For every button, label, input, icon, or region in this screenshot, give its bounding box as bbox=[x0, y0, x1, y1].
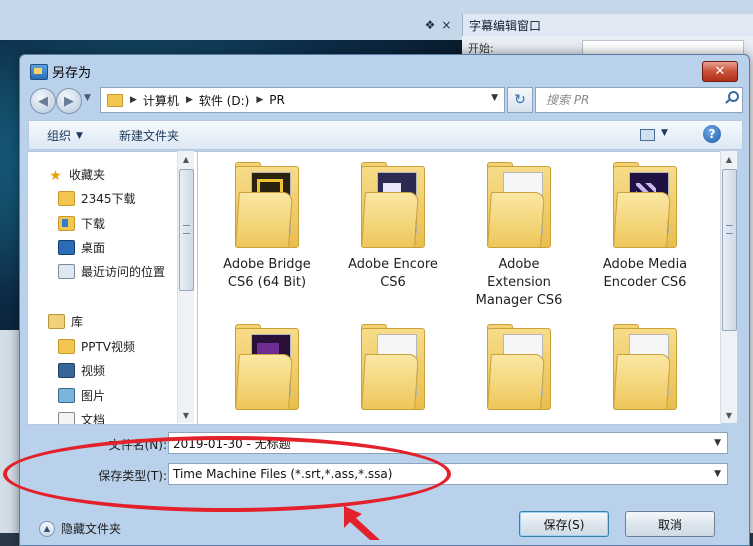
folder-icon bbox=[107, 93, 123, 107]
video-library-icon bbox=[58, 362, 75, 378]
library-icon bbox=[48, 313, 65, 329]
folder-adobe-media-encoder-cs6[interactable]: Adobe Media Encoder CS6 bbox=[582, 162, 708, 292]
panel-close-icon[interactable]: × bbox=[441, 18, 451, 32]
address-history-dropdown-icon[interactable]: ▼ bbox=[491, 93, 498, 103]
chevron-down-icon[interactable]: ▼ bbox=[714, 469, 721, 479]
breadcrumb-computer[interactable]: ▶ 计算机 bbox=[123, 92, 179, 109]
search-input[interactable] bbox=[544, 92, 718, 108]
chevron-down-icon[interactable]: ▼ bbox=[714, 438, 721, 448]
cancel-button[interactable]: 取消 bbox=[625, 511, 715, 537]
recent-locations-dropdown-icon[interactable]: ▼ bbox=[84, 93, 91, 103]
scroll-down-arrow-icon[interactable]: ▼ bbox=[178, 407, 194, 423]
folder-item[interactable] bbox=[456, 324, 582, 418]
nav-item-pptv-video[interactable]: PPTV视频 bbox=[58, 336, 135, 356]
nav-item-libraries[interactable]: 库 bbox=[48, 311, 83, 331]
save-button[interactable]: 保存(S) bbox=[519, 511, 609, 537]
folder-icon bbox=[58, 190, 75, 206]
documents-library-icon bbox=[58, 411, 75, 424]
hide-folders-toggle[interactable]: ▲ 隐藏文件夹 bbox=[39, 520, 121, 537]
chevron-up-icon: ▲ bbox=[39, 520, 55, 537]
folder-icon bbox=[613, 162, 677, 248]
folder-adobe-extension-manager-cs6[interactable]: Adobe Extension Manager CS6 bbox=[456, 162, 582, 310]
forward-button[interactable]: ▶ bbox=[56, 88, 82, 114]
scroll-up-arrow-icon[interactable]: ▲ bbox=[178, 151, 194, 167]
scrollbar-thumb[interactable] bbox=[722, 169, 737, 331]
file-list-scrollbar[interactable]: ▲ ▼ bbox=[720, 151, 737, 423]
scroll-up-arrow-icon[interactable]: ▲ bbox=[721, 151, 737, 167]
dialog-close-button[interactable]: ✕ bbox=[702, 61, 738, 82]
folder-adobe-encore-cs6[interactable]: Adobe Encore CS6 bbox=[330, 162, 456, 292]
view-dropdown-chevron-icon[interactable]: ▼ bbox=[661, 128, 668, 138]
nav-item-videos[interactable]: 视频 bbox=[58, 360, 105, 380]
view-options-icon[interactable] bbox=[640, 129, 655, 141]
folder-icon bbox=[58, 338, 75, 354]
nav-item-downloads[interactable]: 下载 bbox=[58, 213, 105, 233]
recent-places-icon bbox=[58, 263, 75, 279]
scrollbar-thumb[interactable] bbox=[179, 169, 194, 291]
nav-item-2345-downloads[interactable]: 2345下载 bbox=[58, 188, 136, 208]
folder-icon bbox=[487, 162, 551, 248]
file-list-pane: Adobe Bridge CS6 (64 Bit) Adobe Encore C… bbox=[197, 151, 722, 425]
navigation-pane-scrollbar[interactable]: ▲ ▼ bbox=[177, 151, 194, 423]
arrow-left-icon: ◀ bbox=[38, 93, 48, 109]
chevron-right-icon[interactable]: ▶ bbox=[186, 95, 193, 105]
navigation-pane: ★ 收藏夹 2345下载 下载 桌面 最近访问的位置 库 PPTV视频 视频 图… bbox=[27, 151, 198, 425]
back-button[interactable]: ◀ bbox=[30, 88, 56, 114]
nav-item-documents[interactable]: 文档 bbox=[58, 409, 105, 424]
help-icon[interactable]: ? bbox=[703, 125, 721, 143]
command-toolbar: 组织 ▼ 新建文件夹 ▼ ? bbox=[28, 120, 743, 150]
grip-icon bbox=[726, 225, 733, 234]
folder-icon bbox=[361, 324, 425, 410]
folder-adobe-bridge-cs6[interactable]: Adobe Bridge CS6 (64 Bit) bbox=[204, 162, 330, 292]
nav-item-recent-places[interactable]: 最近访问的位置 bbox=[58, 261, 165, 281]
subtitle-editor-panel-title: 字幕编辑窗口 bbox=[462, 14, 753, 36]
arrow-right-icon: ▶ bbox=[64, 93, 74, 109]
desktop-icon bbox=[58, 239, 75, 255]
chevron-down-icon: ▼ bbox=[76, 130, 83, 141]
dialog-titlebar[interactable]: 另存为 ✕ bbox=[20, 55, 749, 85]
pin-icon[interactable]: ❖ bbox=[425, 18, 436, 32]
folder-item[interactable] bbox=[330, 324, 456, 418]
panel-controls: ❖ × bbox=[414, 14, 462, 36]
address-bar[interactable]: ▶ 计算机 ▶ 软件 (D:) ▶ PR ▼ bbox=[100, 87, 505, 113]
star-icon: ★ bbox=[49, 167, 62, 184]
search-icon[interactable] bbox=[725, 91, 739, 102]
address-row: ◀ ▶ ▼ ▶ 计算机 ▶ 软件 (D:) ▶ PR ▼ ↻ bbox=[28, 87, 743, 114]
grip-icon bbox=[183, 225, 190, 234]
nav-item-pictures[interactable]: 图片 bbox=[58, 385, 105, 405]
folder-icon bbox=[361, 162, 425, 248]
search-box[interactable] bbox=[535, 87, 743, 113]
folder-icon bbox=[487, 324, 551, 410]
close-icon: ✕ bbox=[714, 64, 726, 79]
chevron-right-icon[interactable]: ▶ bbox=[256, 95, 263, 105]
breadcrumb-pr[interactable]: ▶ PR bbox=[249, 93, 285, 107]
folder-icon bbox=[235, 324, 299, 410]
breadcrumb-drive-d[interactable]: ▶ 软件 (D:) bbox=[179, 92, 249, 109]
pictures-library-icon bbox=[58, 387, 75, 403]
refresh-icon: ↻ bbox=[514, 92, 526, 108]
folder-icon bbox=[613, 324, 677, 410]
new-folder-button[interactable]: 新建文件夹 bbox=[119, 127, 179, 144]
dialog-title: 另存为 bbox=[52, 66, 92, 81]
organize-menu-button[interactable]: 组织 ▼ bbox=[47, 127, 83, 144]
download-folder-icon bbox=[58, 215, 75, 231]
scroll-down-arrow-icon[interactable]: ▼ bbox=[721, 407, 737, 423]
chevron-right-icon[interactable]: ▶ bbox=[130, 95, 137, 105]
dialog-app-icon bbox=[30, 64, 48, 80]
red-annotation-arrow-icon bbox=[344, 506, 380, 540]
refresh-button[interactable]: ↻ bbox=[507, 87, 533, 113]
folder-adobe-premiere[interactable] bbox=[204, 324, 330, 418]
folder-item[interactable] bbox=[582, 324, 708, 418]
nav-item-desktop[interactable]: 桌面 bbox=[58, 237, 105, 257]
folder-icon bbox=[235, 162, 299, 248]
nav-item-favorites[interactable]: ★ 收藏夹 bbox=[48, 164, 105, 184]
